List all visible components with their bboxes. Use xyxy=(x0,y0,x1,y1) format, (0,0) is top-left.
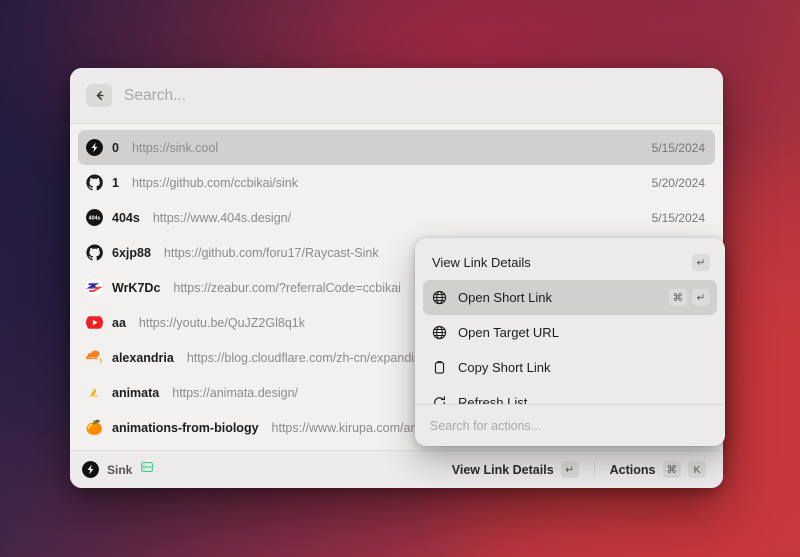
action-item-label: Copy Short Link xyxy=(458,360,551,375)
footer-actions-modifier-key: ⌘ xyxy=(663,461,682,478)
action-item-key: ↵ xyxy=(692,254,710,271)
list-item-title: animata xyxy=(112,386,159,400)
sink-logo-icon xyxy=(86,139,103,156)
animata-icon xyxy=(86,384,103,401)
clipboard-icon xyxy=(432,360,447,375)
zeabur-icon xyxy=(86,279,103,296)
action-item[interactable]: Copy Short Link xyxy=(423,350,717,385)
actions-search-input[interactable] xyxy=(430,419,710,433)
list-item-date: 5/15/2024 xyxy=(652,211,705,225)
window-footer: Sink View Link Details ↵ Ac xyxy=(70,450,723,488)
footer-primary-action[interactable]: View Link Details ↵ xyxy=(445,458,586,481)
svg-text:404s: 404s xyxy=(89,216,101,222)
action-item[interactable]: Open Target URL xyxy=(423,315,717,350)
footer-actions-button[interactable]: Actions ⌘ K xyxy=(603,458,713,481)
arrow-left-icon xyxy=(93,89,106,102)
list-item-url: https://sink.cool xyxy=(132,141,633,155)
footer-brand: Sink xyxy=(82,460,154,479)
404s-icon: 404s xyxy=(86,209,103,226)
list-item-date: 5/20/2024 xyxy=(652,176,705,190)
list-item-title: 0 xyxy=(112,141,119,155)
action-item[interactable]: View Link Details ↵ xyxy=(423,245,717,280)
cloudflare-icon xyxy=(86,349,103,366)
list-item-title: 6xjp88 xyxy=(112,246,151,260)
list-item-title: 404s xyxy=(112,211,140,225)
footer-actions-label: Actions xyxy=(610,463,656,477)
list-item-url: https://www.404s.design/ xyxy=(153,211,633,225)
search-bar xyxy=(70,68,723,124)
actions-search-bar xyxy=(415,404,725,446)
action-item-keys: ⌘↵ xyxy=(669,289,711,306)
list-item-title: WrK7Dc xyxy=(112,281,160,295)
list-item-title: 1 xyxy=(112,176,119,190)
youtube-icon xyxy=(86,314,103,331)
action-item[interactable]: Refresh List xyxy=(423,385,717,404)
desktop-background: 0 https://sink.cool 5/15/2024 1 https://gith… xyxy=(0,0,800,557)
search-input[interactable] xyxy=(124,87,707,105)
actions-list: View Link Details↵Open Short Link⌘↵Open … xyxy=(415,238,725,404)
footer-actions: View Link Details ↵ Actions ⌘ K xyxy=(445,458,713,481)
list-item-title: alexandria xyxy=(112,351,174,365)
actions-popover: View Link Details↵Open Short Link⌘↵Open … xyxy=(415,238,725,446)
list-item-title: animations-from-biology xyxy=(112,421,259,435)
list-item[interactable]: 1 https://github.com/ccbikai/sink 5/20/202… xyxy=(78,165,715,200)
refresh-icon xyxy=(432,395,447,404)
action-item-key: ⌘ xyxy=(669,289,688,306)
action-item-keys: ↵ xyxy=(692,254,710,271)
list-item-url: https://github.com/ccbikai/sink xyxy=(132,176,633,190)
action-item[interactable]: Open Short Link ⌘↵ xyxy=(423,280,717,315)
orange-icon: 🍊 xyxy=(86,419,103,436)
action-item-label: Open Short Link xyxy=(458,290,552,305)
footer-divider xyxy=(594,461,595,478)
back-button[interactable] xyxy=(86,84,112,107)
list-item-title: aa xyxy=(112,316,126,330)
action-item-label: Open Target URL xyxy=(458,325,559,340)
list-item[interactable]: 404s 404s https://www.404s.design/5/15/202… xyxy=(78,200,715,235)
footer-primary-action-key: ↵ xyxy=(561,461,579,478)
action-item-label: Refresh List xyxy=(458,395,527,404)
github-icon xyxy=(86,174,103,191)
footer-actions-key: K xyxy=(688,461,706,478)
database-icon[interactable] xyxy=(140,460,154,479)
sink-logo-icon xyxy=(82,461,99,478)
footer-primary-action-label: View Link Details xyxy=(452,463,554,477)
list-item-date: 5/15/2024 xyxy=(652,141,705,155)
github-icon xyxy=(86,244,103,261)
globe-icon xyxy=(432,290,447,305)
globe-icon xyxy=(432,325,447,340)
list-item[interactable]: 0 https://sink.cool 5/15/2024 xyxy=(78,130,715,165)
action-item-label: View Link Details xyxy=(432,255,531,270)
action-item-key: ↵ xyxy=(692,289,710,306)
brand-name: Sink xyxy=(107,463,132,477)
